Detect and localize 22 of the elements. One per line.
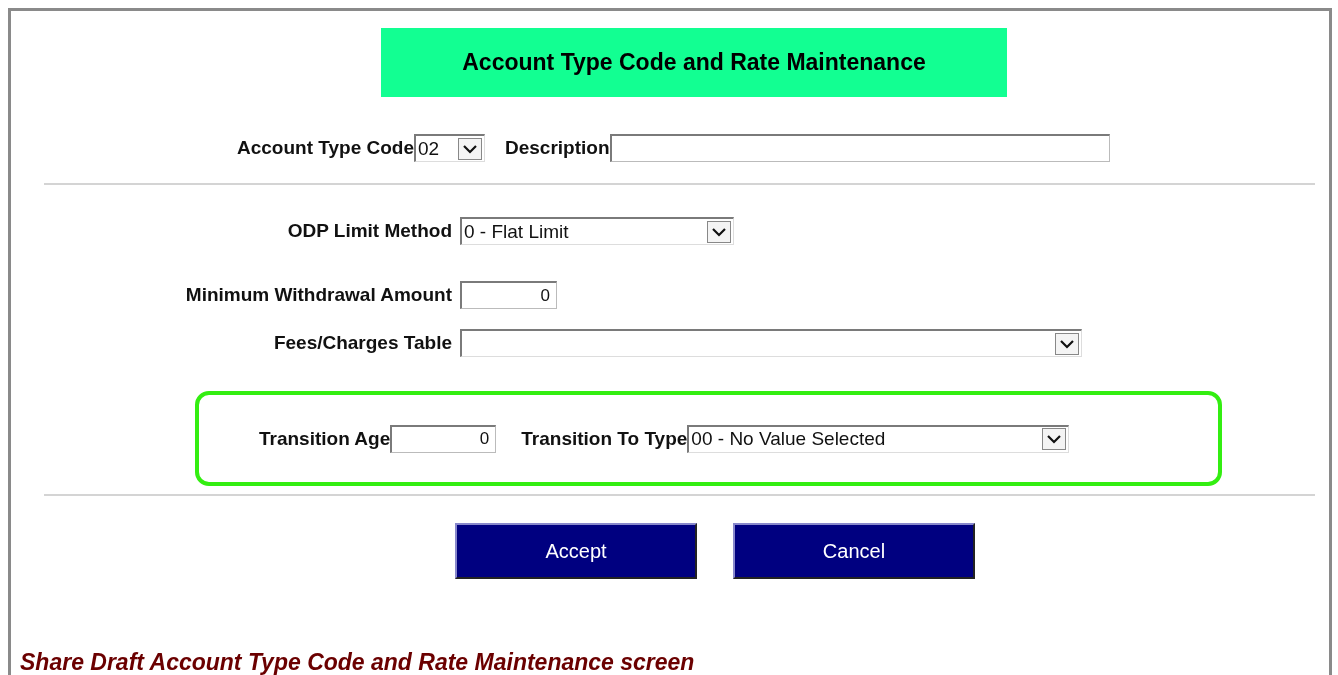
field-label: Transition To Type [521,427,688,450]
accept-button[interactable]: Accept [455,523,697,579]
dropdown-field[interactable]: 0 - Flat Limit [460,217,734,245]
field-label: Minimum Withdrawal Amount [185,284,452,306]
cancel-button[interactable]: Cancel [733,523,975,579]
field-label: Fees/Charges Table [273,332,452,354]
input-field[interactable]: 0 [460,281,557,309]
field-label: Description [505,137,610,159]
field-label: Account Type Code [237,137,414,159]
chevron-down-icon [458,137,482,160]
chevron-down-icon [1055,332,1079,355]
field-label: Transition Age [259,427,391,450]
field-label: ODP Limit Method [287,220,452,242]
dropdown-field[interactable]: 02 [414,134,485,162]
chevron-down-icon [707,220,731,243]
page-title: Account Type Code and Rate Maintenance [381,28,1007,97]
chevron-down-icon [1042,428,1067,450]
input-field[interactable] [609,134,1110,162]
input-field[interactable]: 0 [390,424,497,453]
dropdown-field[interactable] [460,329,1082,357]
dropdown-field[interactable]: 00 - No Value Selected [687,424,1070,453]
caption: Share Draft Account Type Code and Rate Maintenance screen [19,648,696,675]
